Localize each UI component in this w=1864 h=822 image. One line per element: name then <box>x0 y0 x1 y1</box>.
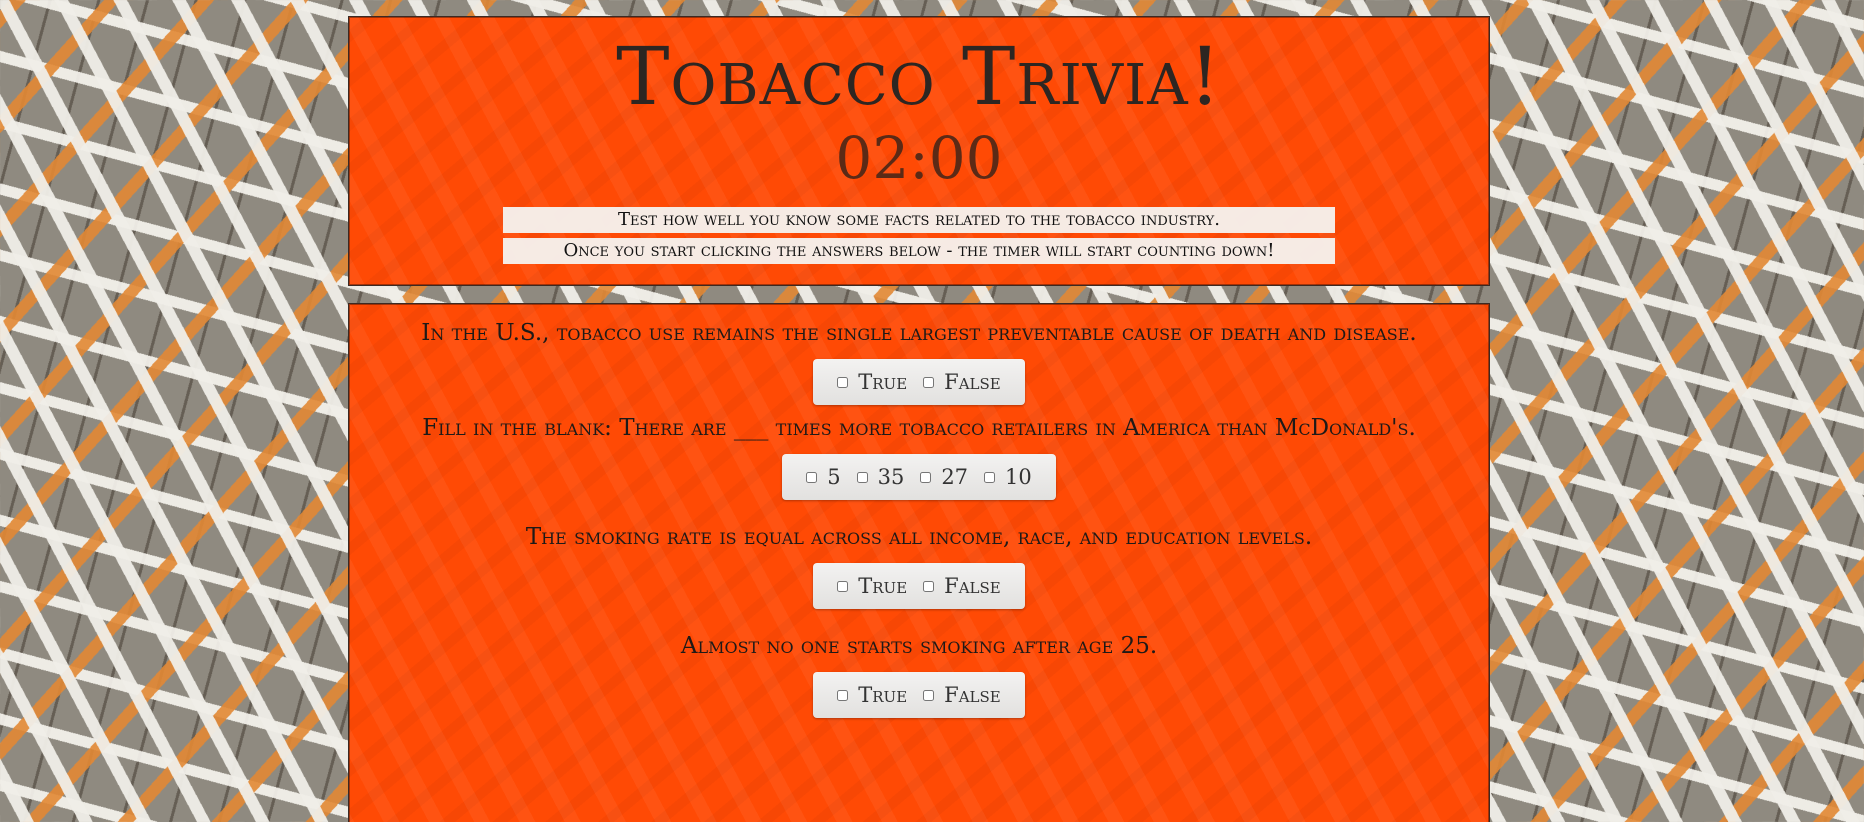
countdown-timer: 02:00 <box>835 124 1003 192</box>
answer-checkbox[interactable] <box>856 471 868 483</box>
answer-checkbox[interactable] <box>837 580 849 592</box>
answer-label: True <box>858 683 908 707</box>
answer-option-true[interactable]: True <box>837 574 907 598</box>
answer-label: False <box>944 574 1001 598</box>
answer-label: False <box>944 370 1001 394</box>
question-text: Fill in the blank: There are ___ times m… <box>422 415 1416 441</box>
answer-checkbox[interactable] <box>923 376 935 388</box>
answer-checkbox[interactable] <box>837 689 849 701</box>
question-1: In the U.S., tobacco use remains the sin… <box>349 304 1489 405</box>
answer-option-true[interactable]: True <box>837 683 907 707</box>
answer-option-false[interactable]: False <box>923 370 1001 394</box>
info-text-2: Once you start clicking the answers belo… <box>503 238 1335 264</box>
answer-option-false[interactable]: False <box>923 683 1001 707</box>
answer-group: True False <box>813 563 1025 609</box>
answer-checkbox[interactable] <box>923 580 935 592</box>
answer-label: True <box>858 370 908 394</box>
answer-checkbox[interactable] <box>806 471 818 483</box>
info-text-1: Test how well you know some facts relate… <box>503 207 1335 233</box>
question-3: The smoking rate is equal across all inc… <box>349 520 1489 609</box>
answer-option-false[interactable]: False <box>923 574 1001 598</box>
answer-checkbox[interactable] <box>837 376 849 388</box>
answer-label: 5 <box>827 465 841 489</box>
answer-label: 35 <box>877 465 905 489</box>
answer-group: True False <box>813 672 1025 718</box>
question-4: Almost no one starts smoking after age 2… <box>349 629 1489 718</box>
header-panel: Tobacco Trivia! 02:00 Test how well you … <box>348 16 1490 286</box>
answer-option-27[interactable]: 27 <box>920 465 968 489</box>
answer-group: 5 35 27 10 <box>782 454 1056 500</box>
page-title: Tobacco Trivia! <box>616 30 1222 123</box>
question-text: Almost no one starts smoking after age 2… <box>680 633 1158 659</box>
answer-option-10[interactable]: 10 <box>984 465 1032 489</box>
question-2: Fill in the blank: There are ___ times m… <box>349 411 1489 500</box>
answer-label: True <box>858 574 908 598</box>
answer-label: False <box>944 683 1001 707</box>
answer-option-true[interactable]: True <box>837 370 907 394</box>
answer-label: 27 <box>941 465 969 489</box>
answer-checkbox[interactable] <box>920 471 932 483</box>
quiz-panel: In the U.S., tobacco use remains the sin… <box>348 303 1490 822</box>
answer-checkbox[interactable] <box>984 471 996 483</box>
answer-option-35[interactable]: 35 <box>856 465 905 489</box>
question-text: In the U.S., tobacco use remains the sin… <box>421 320 1417 346</box>
answer-checkbox[interactable] <box>923 689 935 701</box>
answer-label: 10 <box>1005 465 1032 489</box>
answer-group: True False <box>813 359 1025 405</box>
answer-option-5[interactable]: 5 <box>806 465 841 489</box>
question-text: The smoking rate is equal across all inc… <box>525 524 1313 550</box>
